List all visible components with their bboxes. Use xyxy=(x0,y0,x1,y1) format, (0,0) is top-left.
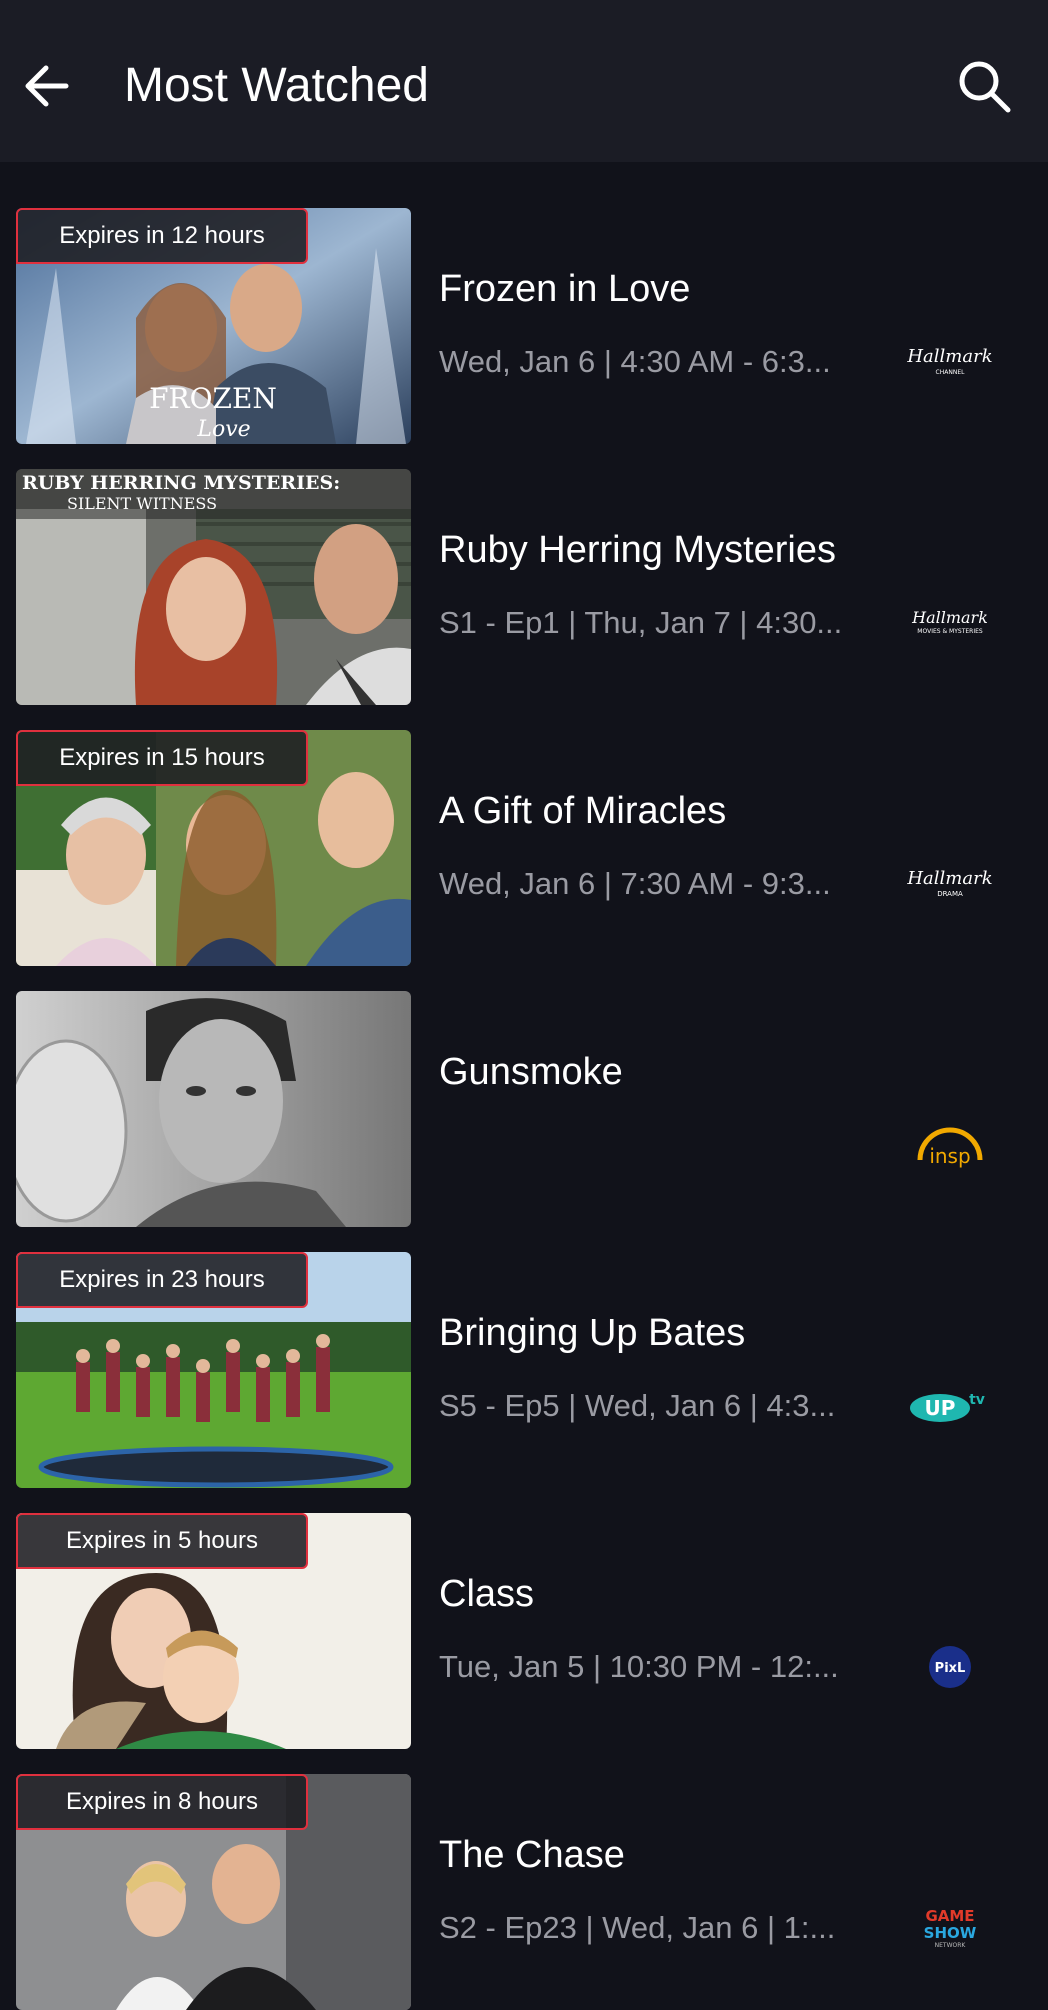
svg-text:MOVIES & MYSTERIES: MOVIES & MYSTERIES xyxy=(917,628,983,635)
program-meta: Tue, Jan 5 | 10:30 PM - 12:... xyxy=(439,1649,839,1684)
thumbnail-image: Expires in 23 hours xyxy=(16,1252,411,1488)
pixl-logo: PixL xyxy=(900,1637,1000,1697)
program-title: Class xyxy=(439,1573,535,1615)
svg-text:Hallmark: Hallmark xyxy=(911,608,988,627)
svg-text:PixL: PixL xyxy=(935,1661,966,1676)
expires-badge: Expires in 23 hours xyxy=(16,1252,308,1308)
svg-text:DRAMA: DRAMA xyxy=(937,890,963,898)
arrow-left-icon xyxy=(25,65,69,107)
program-title: A Gift of Miracles xyxy=(439,790,727,832)
svg-text:Hallmark: Hallmark xyxy=(906,346,992,367)
list-item[interactable]: Gunsmoke insp xyxy=(0,991,1048,1227)
svg-text:RUBY HERRING MYSTERIES:: RUBY HERRING MYSTERIES: xyxy=(22,472,340,494)
svg-text:Hallmark: Hallmark xyxy=(906,868,992,889)
expires-badge: Expires in 15 hours xyxy=(16,730,308,786)
thumbnail-image xyxy=(16,991,411,1227)
svg-text:NETWORK: NETWORK xyxy=(935,1942,967,1949)
program-meta: S1 - Ep1 | Thu, Jan 7 | 4:30... xyxy=(439,605,843,640)
svg-text:insp: insp xyxy=(929,1144,970,1168)
list-item[interactable]: Expires in 5 hours Class Tue, Jan 5 | 10… xyxy=(0,1513,1048,1749)
hallmark-channel-logo: Hallmark CHANNEL xyxy=(900,332,1000,392)
list-item[interactable]: Expires in 23 hours Bringing Up Bates S5… xyxy=(0,1252,1048,1488)
svg-text:GAME: GAME xyxy=(925,1907,974,1925)
back-button[interactable] xyxy=(20,58,76,114)
hallmark-drama-logo: Hallmark DRAMA xyxy=(900,854,1000,914)
svg-text:CHANNEL: CHANNEL xyxy=(936,369,966,376)
page-title: Most Watched xyxy=(124,59,429,112)
list-item[interactable]: RUBY HERRING MYSTERIES: SILENT WITNESS R… xyxy=(0,469,1048,705)
expires-badge: Expires in 12 hours xyxy=(16,208,308,264)
uptv-logo: UP tv xyxy=(900,1376,1000,1436)
list-item[interactable]: FROZEN Love Expires in 12 hours Frozen i… xyxy=(0,208,1048,444)
game-show-network-logo: GAME SHOW NETWORK xyxy=(900,1898,1000,1958)
program-title: Gunsmoke xyxy=(439,1051,623,1093)
program-meta: S5 - Ep5 | Wed, Jan 6 | 4:3... xyxy=(439,1388,836,1423)
thumbnail-image: FROZEN Love Expires in 12 hours xyxy=(16,208,411,444)
thumbnail-image: Expires in 5 hours xyxy=(16,1513,411,1749)
list-item[interactable]: Expires in 8 hours The Chase S2 - Ep23 |… xyxy=(0,1774,1048,2010)
hallmark-movies-mysteries-logo: Hallmark MOVIES & MYSTERIES xyxy=(900,593,1000,653)
program-meta: S2 - Ep23 | Wed, Jan 6 | 1:... xyxy=(439,1910,836,1945)
svg-text:tv: tv xyxy=(969,1392,985,1408)
program-meta: Wed, Jan 6 | 7:30 AM - 9:3... xyxy=(439,866,831,901)
expires-badge: Expires in 5 hours xyxy=(16,1513,308,1569)
svg-text:SILENT WITNESS: SILENT WITNESS xyxy=(67,494,217,513)
frozen-title-art: FROZEN xyxy=(149,382,277,415)
program-title: Ruby Herring Mysteries xyxy=(439,529,836,571)
list-item[interactable]: Expires in 15 hours A Gift of Miracles W… xyxy=(0,730,1048,966)
svg-text:Love: Love xyxy=(196,417,250,442)
thumbnail-image: RUBY HERRING MYSTERIES: SILENT WITNESS xyxy=(16,469,411,705)
svg-text:SHOW: SHOW xyxy=(924,1924,977,1942)
program-meta: Wed, Jan 6 | 4:30 AM - 6:3... xyxy=(439,344,831,379)
program-title: Frozen in Love xyxy=(439,268,691,310)
search-icon xyxy=(959,61,1011,113)
thumbnail-image: Expires in 8 hours xyxy=(16,1774,411,2010)
svg-text:UP: UP xyxy=(925,1396,956,1420)
program-title: The Chase xyxy=(439,1834,625,1876)
thumbnail-image: Expires in 15 hours xyxy=(16,730,411,966)
search-button[interactable] xyxy=(954,56,1014,116)
insp-logo: insp xyxy=(900,1115,1000,1175)
expires-badge: Expires in 8 hours xyxy=(16,1774,308,1830)
app-header: Most Watched xyxy=(0,0,1048,162)
program-title: Bringing Up Bates xyxy=(439,1312,746,1354)
